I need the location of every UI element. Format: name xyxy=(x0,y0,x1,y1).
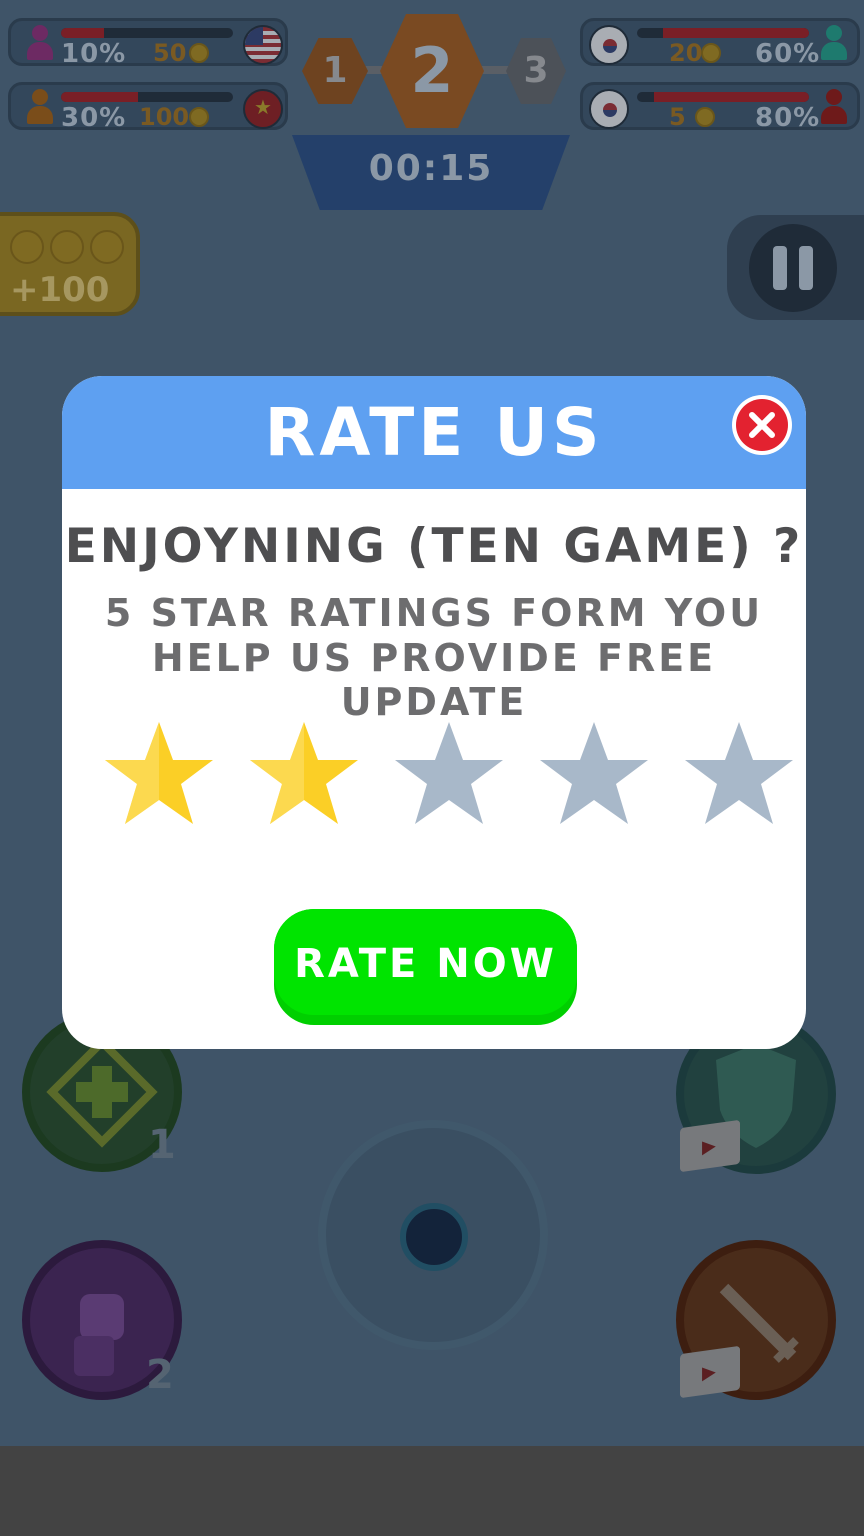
coin-icon xyxy=(10,230,44,264)
stage-2-hex: 2 xyxy=(380,14,484,128)
player-percent: 80% xyxy=(755,103,821,133)
rating-subtitle-line-1: 5 STAR RATINGS FORM YOU xyxy=(104,591,764,635)
match-timer: 00:15 xyxy=(368,148,494,189)
dialog-header: RATE US xyxy=(62,376,806,489)
player-panel-4: 5 80% xyxy=(580,82,860,133)
power-count: 2 xyxy=(146,1352,174,1398)
rating-star-5-icon[interactable] xyxy=(683,720,795,828)
pause-button[interactable] xyxy=(749,224,837,312)
enjoy-question: ENJOYNING (TEN GAME) ? xyxy=(64,519,804,574)
joystick-knob[interactable] xyxy=(400,1203,468,1271)
vietnam-flag-icon xyxy=(243,89,283,129)
health-bar xyxy=(637,28,809,38)
rating-star-1-icon[interactable] xyxy=(103,720,215,828)
rating-star-2-icon[interactable] xyxy=(248,720,360,828)
rate-now-button[interactable]: RATE NOW xyxy=(274,909,577,1025)
player-panel-1: 10% 50 xyxy=(8,18,288,69)
south-korea-flag-icon xyxy=(589,89,629,129)
dialog-title: RATE US xyxy=(264,394,604,471)
close-icon xyxy=(736,399,788,451)
health-bar xyxy=(61,28,233,38)
player-panel-2: 30% 100 xyxy=(8,82,288,133)
us-flag-icon xyxy=(243,25,283,65)
coin-icon xyxy=(189,43,209,63)
video-ad-icon xyxy=(680,1119,740,1173)
player-coins: 100 xyxy=(139,103,190,131)
rating-subtitle-line-2: HELP US PROVIDE FREE UPDATE xyxy=(151,636,717,724)
rate-now-label: RATE NOW xyxy=(294,941,557,987)
health-bar xyxy=(61,92,233,102)
player-percent: 60% xyxy=(755,39,821,69)
heal-count: 1 xyxy=(148,1122,176,1168)
coin-reward-label: +100 xyxy=(10,270,110,310)
player-percent: 10% xyxy=(61,39,127,69)
stage-3-hex: 3 xyxy=(506,38,566,104)
player-panel-3: 20 60% xyxy=(580,18,860,69)
player-coins: 5 xyxy=(669,103,686,131)
player-percent: 30% xyxy=(61,103,127,133)
south-korea-flag-icon xyxy=(589,25,629,65)
close-button[interactable] xyxy=(732,395,792,455)
player-coins: 20 xyxy=(669,39,703,67)
coin-reward-button[interactable]: +100 xyxy=(0,212,140,316)
health-bar xyxy=(637,92,809,102)
coin-icon xyxy=(695,107,715,127)
stage-1-hex: 1 xyxy=(302,38,368,104)
rating-star-3-icon[interactable] xyxy=(393,720,505,828)
coin-icon xyxy=(189,107,209,127)
coin-icon xyxy=(701,43,721,63)
coin-icon xyxy=(90,230,124,264)
bottom-bar xyxy=(0,1446,864,1536)
rating-star-4-icon[interactable] xyxy=(538,720,650,828)
player-coins: 50 xyxy=(153,39,187,67)
player-avatar-icon xyxy=(819,25,849,61)
coin-icon xyxy=(50,230,84,264)
video-ad-icon xyxy=(680,1345,740,1399)
player-avatar-icon xyxy=(819,89,849,125)
player-avatar-icon xyxy=(25,25,55,61)
crowned-player-avatar-icon xyxy=(25,89,55,125)
